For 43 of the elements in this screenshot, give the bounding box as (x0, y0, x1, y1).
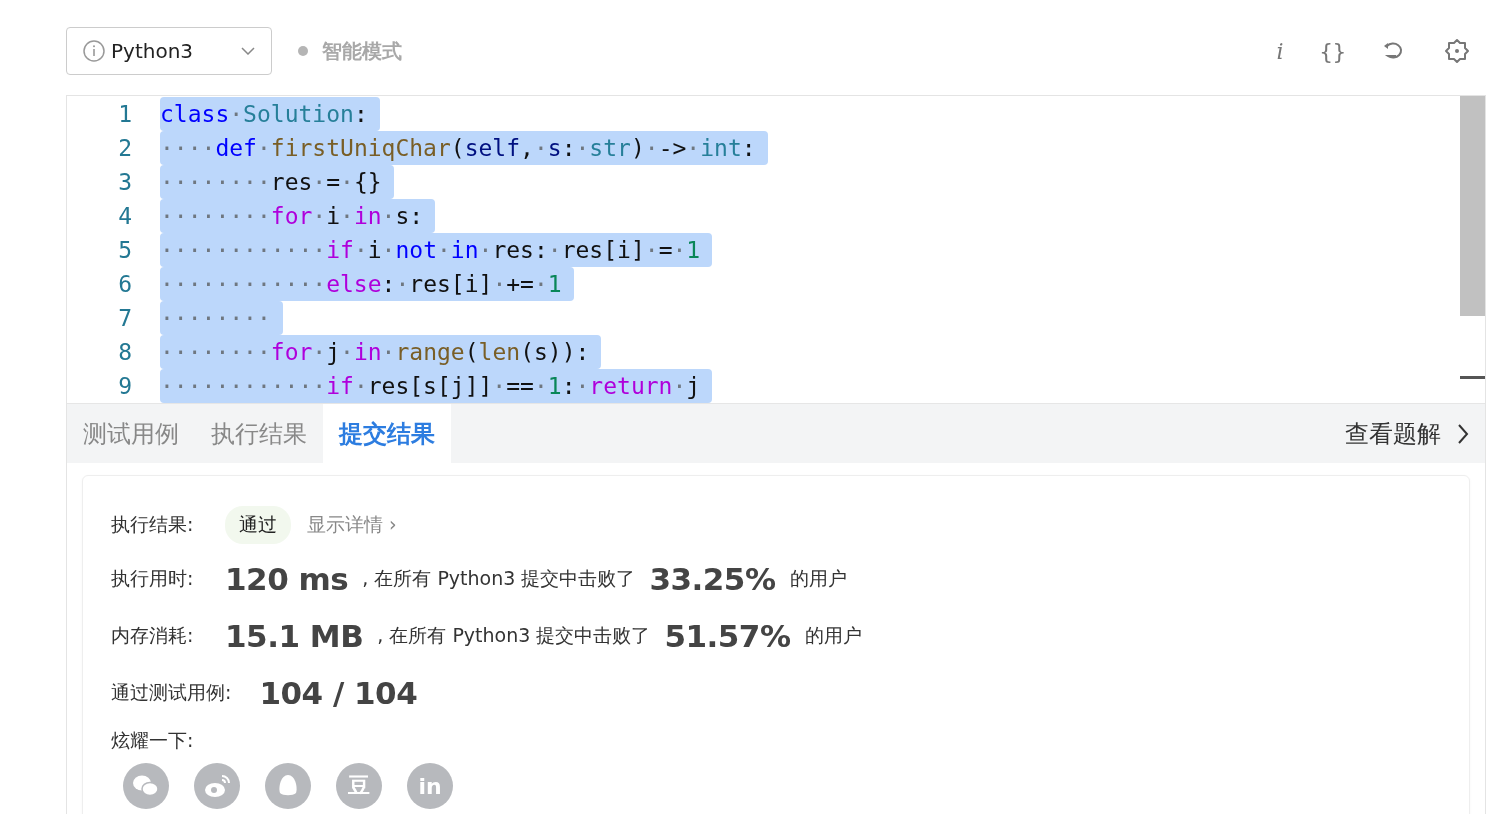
info-button[interactable]: i (1276, 38, 1284, 64)
penguin-icon[interactable] (265, 763, 311, 809)
stat-label: 执行用时: (111, 565, 195, 591)
result-label: 执行结果: (111, 512, 195, 537)
status-badge: 通过 (225, 506, 291, 544)
caret-icon (241, 47, 255, 55)
share-button[interactable]: 豆 (336, 763, 382, 809)
scrollbar-thumb[interactable] (1460, 96, 1485, 316)
show-details-link[interactable]: 显示详情 › (307, 512, 397, 538)
stat-suffix: 的用户 (789, 565, 847, 591)
line-number: 2 (117, 135, 133, 161)
stat-percent: 33.25% (649, 560, 776, 597)
view-solution-link[interactable]: 查看题解 (1345, 404, 1485, 463)
chevron-right-icon (1457, 422, 1469, 445)
eye-logo-icon[interactable] (194, 763, 240, 809)
line-number: 3 (117, 169, 133, 195)
share-label: 炫耀一下: (111, 728, 195, 753)
smart-mode-toggle[interactable]: 智能模式 (298, 37, 402, 65)
cases-value: 104 / 104 (259, 674, 418, 711)
line-number: 5 (117, 237, 133, 263)
stat-text: , 在所有 Python3 提交中击败了 (377, 622, 651, 648)
tab[interactable]: 测试用例 (67, 404, 195, 463)
line-number: 8 (117, 339, 133, 365)
line-number: 9 (117, 373, 133, 399)
chat-bubbles-icon[interactable] (123, 763, 169, 809)
stat-suffix: 的用户 (804, 622, 862, 648)
line-number: 6 (117, 271, 133, 297)
stat-percent: 51.57% (664, 617, 791, 654)
stat-text: , 在所有 Python3 提交中击败了 (362, 565, 636, 591)
stat-label: 内存消耗: (111, 622, 195, 648)
line-number: 4 (117, 203, 133, 229)
info-icon (83, 40, 105, 62)
line-number: 7 (117, 305, 133, 331)
format-button[interactable]: {} (1319, 38, 1346, 64)
cases-label: 通过测试用例: (111, 679, 232, 705)
line-number: 1 (117, 101, 133, 127)
tab[interactable]: 提交结果 (323, 404, 451, 463)
stat-value: 15.1 MB (225, 617, 364, 654)
share-button[interactable]: in (407, 763, 453, 809)
settings-icon[interactable] (1444, 38, 1470, 64)
language-select[interactable]: Python3 (66, 27, 272, 75)
tab[interactable]: 执行结果 (195, 404, 323, 463)
stat-value: 120 ms (225, 560, 349, 597)
